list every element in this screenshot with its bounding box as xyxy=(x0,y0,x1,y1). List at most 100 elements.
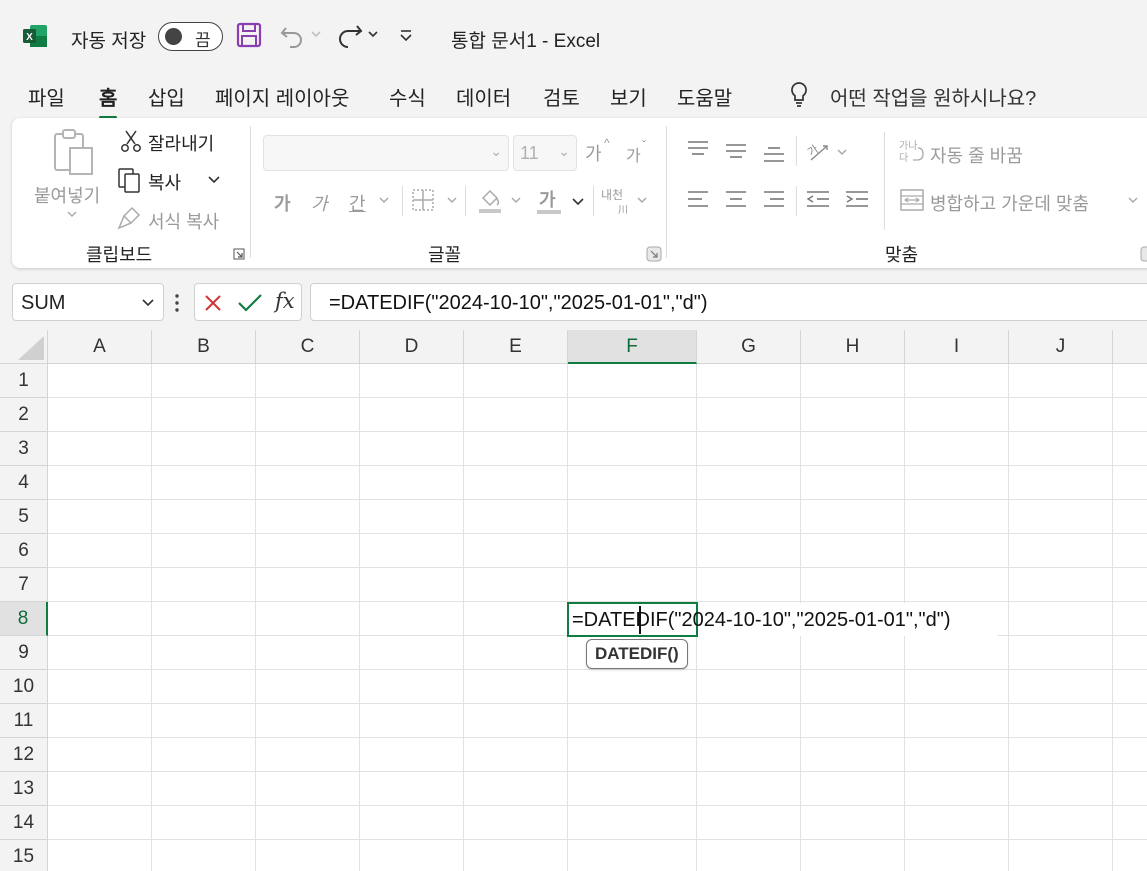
row-header-12[interactable]: 12 xyxy=(0,738,48,772)
underline-dropdown-icon[interactable] xyxy=(378,196,390,206)
align-left-icon[interactable] xyxy=(686,190,710,210)
tab-review[interactable]: 검토 xyxy=(543,82,580,111)
row-header-1[interactable]: 1 xyxy=(0,364,48,398)
column-header-b[interactable]: B xyxy=(152,330,256,364)
column-header-c[interactable]: C xyxy=(256,330,360,364)
row-header-15[interactable]: 15 xyxy=(0,840,48,871)
tab-file[interactable]: 파일 xyxy=(28,82,65,111)
tab-data[interactable]: 데이터 xyxy=(456,82,511,111)
lightbulb-icon xyxy=(791,82,807,107)
underline-button[interactable]: 간 xyxy=(349,190,366,216)
shrink-arrow-icon: ˇ xyxy=(642,138,646,152)
increase-indent-icon[interactable] xyxy=(844,190,870,210)
row-header-8[interactable]: 8 xyxy=(0,602,48,636)
row-header-5[interactable]: 5 xyxy=(0,500,48,534)
cut-button[interactable]: 잘라내기 xyxy=(148,130,214,156)
select-all-button[interactable] xyxy=(0,330,48,364)
cancel-icon[interactable] xyxy=(203,293,223,313)
more-options-icon[interactable] xyxy=(173,293,181,313)
merge-center-button[interactable]: 병합하고 가운데 맞춤 xyxy=(930,190,1089,216)
undo-icon[interactable] xyxy=(280,22,304,48)
toggle-knob xyxy=(165,28,182,45)
decrease-indent-icon[interactable] xyxy=(805,190,831,210)
fill-dropdown-icon[interactable] xyxy=(510,196,522,206)
formula-input[interactable]: =DATEDIF("2024-10-10","2025-01-01","d") xyxy=(310,283,1147,321)
paste-dropdown-icon[interactable] xyxy=(66,210,78,220)
align-top-icon[interactable] xyxy=(686,140,710,160)
orientation-icon[interactable]: 가 xyxy=(805,138,831,164)
spreadsheet-grid[interactable]: A B C D E F G H I J 1 2 3 4 5 6 7 8 9 10… xyxy=(0,330,1147,871)
border-dropdown-icon[interactable] xyxy=(446,196,458,206)
phonetic-dropdown-icon[interactable] xyxy=(636,196,648,206)
bold-button[interactable]: 가 xyxy=(274,190,291,216)
font-color-swatch xyxy=(537,210,561,214)
copy-button[interactable]: 복사 xyxy=(148,169,181,195)
divider xyxy=(250,126,251,258)
redo-dropdown-icon[interactable] xyxy=(367,30,379,40)
column-header-k[interactable] xyxy=(1113,330,1147,364)
wrap-text-button[interactable]: 자동 줄 바꿈 xyxy=(930,142,1023,168)
insert-function-button[interactable]: fx xyxy=(275,289,295,313)
customize-toolbar-icon[interactable] xyxy=(398,28,414,42)
function-tooltip[interactable]: DATEDIF() xyxy=(586,639,688,669)
row-header-2[interactable]: 2 xyxy=(0,398,48,432)
row-header-7[interactable]: 7 xyxy=(0,568,48,602)
tab-home[interactable]: 홈 xyxy=(99,82,118,119)
align-right-icon[interactable] xyxy=(762,190,786,210)
clipboard-launcher-icon[interactable] xyxy=(233,248,245,260)
tab-help[interactable]: 도움말 xyxy=(677,82,732,111)
row-header-14[interactable]: 14 xyxy=(0,806,48,840)
row-header-3[interactable]: 3 xyxy=(0,432,48,466)
font-launcher-icon[interactable] xyxy=(646,246,662,262)
row-header-6[interactable]: 6 xyxy=(0,534,48,568)
column-header-i[interactable]: I xyxy=(905,330,1009,364)
row-header-4[interactable]: 4 xyxy=(0,466,48,500)
undo-dropdown-icon[interactable] xyxy=(310,30,322,40)
font-name-dropdown[interactable]: ⌄ xyxy=(263,135,509,171)
orientation-dropdown-icon[interactable] xyxy=(836,148,848,158)
font-size-dropdown[interactable]: 11 ⌄ xyxy=(513,135,577,171)
tab-page-layout[interactable]: 페이지 레이아웃 xyxy=(215,82,349,111)
name-box[interactable]: SUM xyxy=(12,283,164,321)
merge-center-icon[interactable] xyxy=(899,188,925,212)
alignment-launcher-icon[interactable] xyxy=(1140,246,1147,262)
paste-icon[interactable] xyxy=(52,128,96,176)
border-icon[interactable] xyxy=(411,188,435,212)
align-middle-icon[interactable] xyxy=(724,140,748,162)
font-color-button[interactable]: 가 xyxy=(539,186,556,212)
font-color-dropdown-icon[interactable] xyxy=(571,196,585,208)
redo-icon[interactable] xyxy=(337,22,363,48)
tab-view[interactable]: 보기 xyxy=(610,82,647,111)
row-header-13[interactable]: 13 xyxy=(0,772,48,806)
tab-insert[interactable]: 삽입 xyxy=(148,82,185,111)
align-center-icon[interactable] xyxy=(724,190,748,210)
save-icon[interactable] xyxy=(236,22,262,48)
enter-check-icon[interactable] xyxy=(237,293,263,313)
paste-button[interactable]: 붙여넣기 xyxy=(34,182,100,208)
grow-font-button[interactable]: 가 xyxy=(585,140,602,166)
fill-color-icon[interactable] xyxy=(477,186,503,214)
gridline xyxy=(151,364,152,871)
column-header-a[interactable]: A xyxy=(48,330,152,364)
column-header-e[interactable]: E xyxy=(464,330,568,364)
italic-button[interactable]: 가 xyxy=(311,190,328,216)
tab-formulas[interactable]: 수식 xyxy=(389,82,426,111)
copy-dropdown-icon[interactable] xyxy=(207,174,221,186)
column-header-h[interactable]: H xyxy=(801,330,905,364)
row-header-10[interactable]: 10 xyxy=(0,670,48,704)
shrink-font-button[interactable]: 가 xyxy=(626,142,641,166)
chevron-down-icon xyxy=(142,299,154,307)
align-bottom-icon[interactable] xyxy=(762,140,786,164)
column-header-j[interactable]: J xyxy=(1009,330,1113,364)
row-header-11[interactable]: 11 xyxy=(0,704,48,738)
column-header-f[interactable]: F xyxy=(568,330,697,364)
row-header-9[interactable]: 9 xyxy=(0,636,48,670)
column-header-d[interactable]: D xyxy=(360,330,464,364)
format-painter-button[interactable]: 서식 복사 xyxy=(148,208,219,234)
column-header-g[interactable]: G xyxy=(697,330,801,364)
formula-actions: fx xyxy=(194,283,302,321)
tell-me-search[interactable]: 어떤 작업을 원하시나요? xyxy=(830,82,1036,111)
autosave-toggle[interactable]: 끔 xyxy=(158,22,223,51)
merge-dropdown-icon[interactable] xyxy=(1127,196,1139,206)
wrap-text-icon[interactable]: 가나 다 xyxy=(898,138,924,164)
